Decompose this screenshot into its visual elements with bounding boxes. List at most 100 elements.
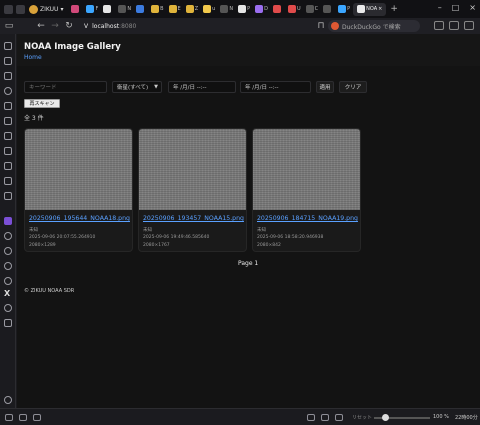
address-bar[interactable]: V localhost:8080 xyxy=(84,20,334,32)
page-footer: © ZIKUU NOAA SDR xyxy=(24,288,75,294)
url-host: localhost xyxy=(92,22,120,30)
profile-button[interactable]: ZIKUU ▾ xyxy=(29,4,64,14)
zoom-slider-handle[interactable] xyxy=(382,414,389,421)
browser-tab[interactable]: F xyxy=(84,3,100,16)
mail-icon[interactable] xyxy=(4,177,12,185)
bookmarks-panel-icon[interactable] xyxy=(4,42,12,50)
notes-icon[interactable] xyxy=(4,102,12,110)
browser-tab[interactable]: P xyxy=(336,3,352,16)
tasks-icon[interactable] xyxy=(4,192,12,200)
image-size: 2080×1767 xyxy=(143,243,170,248)
browser-tab[interactable]: E xyxy=(167,3,183,16)
date-from-input[interactable]: 年 /月/日 --:-- xyxy=(168,81,236,93)
image-filename-link[interactable]: 20250906_195644_NOAA18.png xyxy=(29,215,130,222)
web-panel-icon[interactable] xyxy=(4,304,12,312)
maximize-icon[interactable]: □ xyxy=(452,3,460,12)
close-tab-icon[interactable]: × xyxy=(378,6,382,12)
image-status: 未知 xyxy=(29,228,38,233)
browser-tab[interactable] xyxy=(321,3,335,16)
browser-tab-active[interactable]: NOA × xyxy=(353,2,387,16)
image-size: 2080×1289 xyxy=(29,243,56,248)
zoom-reset-button[interactable]: リセット xyxy=(352,414,372,421)
image-thumbnail[interactable] xyxy=(253,129,360,210)
browser-tab[interactable]: C xyxy=(304,3,321,16)
rescan-button[interactable]: 再スキャン xyxy=(24,99,60,108)
browser-tab[interactable]: U xyxy=(286,3,303,16)
capture-icon[interactable] xyxy=(307,414,315,421)
web-panel-icon[interactable] xyxy=(4,277,12,285)
tiling-icon[interactable] xyxy=(321,414,329,421)
home-link[interactable]: Home xyxy=(24,54,42,61)
window-icon[interactable] xyxy=(19,414,27,421)
image-card[interactable]: 20250906_193457_NOAA15.png 未知 2025-09-06… xyxy=(138,128,247,252)
tab-favicon-icon xyxy=(136,5,145,13)
vpn-icon[interactable] xyxy=(449,21,459,30)
x-logo-icon[interactable]: X xyxy=(4,289,10,298)
panel-toggle-icon[interactable] xyxy=(5,414,13,421)
web-panel-icon[interactable] xyxy=(4,232,12,240)
clear-button[interactable]: クリア xyxy=(339,81,367,93)
browser-tab[interactable]: u xyxy=(201,3,217,16)
downloads-icon[interactable] xyxy=(4,72,12,80)
search-field[interactable]: DuckDuckGo で検索 xyxy=(328,20,420,32)
tab-menu-icon[interactable] xyxy=(16,4,25,14)
image-card[interactable]: 20250906_195644_NOAA18.png 未知 2025-09-06… xyxy=(24,128,133,252)
browser-tab[interactable]: N xyxy=(218,3,235,16)
image-status: 未知 xyxy=(257,228,266,233)
browser-toolbar: ▭ ← → ↻ V localhost:8080 ⊓ DuckDuckGo で検… xyxy=(0,18,480,34)
tab-favicon-icon xyxy=(338,5,347,13)
image-filename-link[interactable]: 20250906_184715_NOAA19.png xyxy=(257,215,358,222)
browser-tab[interactable] xyxy=(271,3,285,16)
window-panel-icon[interactable] xyxy=(4,132,12,140)
browser-tab[interactable]: Z xyxy=(184,3,200,16)
browser-tab[interactable] xyxy=(101,3,115,16)
web-panel-icon[interactable] xyxy=(4,262,12,270)
date-to-input[interactable]: 年 /月/日 --:-- xyxy=(240,81,311,93)
browser-tab[interactable]: D xyxy=(253,3,270,16)
chevron-down-icon: ▾ xyxy=(60,5,64,13)
window-controls: – □ × xyxy=(438,3,476,12)
browser-tab[interactable] xyxy=(69,3,83,16)
reading-list-icon[interactable] xyxy=(4,57,12,65)
image-thumbnail[interactable] xyxy=(25,129,132,210)
browser-tab[interactable]: B xyxy=(149,3,165,16)
calendar-icon[interactable] xyxy=(4,162,12,170)
image-filename-link[interactable]: 20250906_193457_NOAA15.png xyxy=(143,215,244,222)
sidebar-panel-icon[interactable]: ▭ xyxy=(2,21,16,31)
web-panel-icon[interactable] xyxy=(4,247,12,255)
zoom-slider[interactable] xyxy=(374,414,430,421)
extension-icon[interactable] xyxy=(434,21,444,30)
page-favicon-icon xyxy=(357,5,366,13)
history-icon[interactable] xyxy=(4,87,12,95)
mastodon-icon[interactable] xyxy=(4,217,12,225)
close-window-icon[interactable]: × xyxy=(469,3,476,12)
image-status: 未知 xyxy=(143,228,152,233)
image-card[interactable]: 20250906_184715_NOAA19.png 未知 2025-09-06… xyxy=(252,128,361,252)
apply-button[interactable]: 適用 xyxy=(316,81,334,93)
page-actions-icon[interactable] xyxy=(335,414,343,421)
tab-favicon-icon xyxy=(203,5,212,13)
result-count: 全 3 件 xyxy=(24,115,44,122)
sidebar-toggle-icon[interactable] xyxy=(4,4,13,14)
profile-icon[interactable] xyxy=(464,21,474,30)
cloud-icon[interactable] xyxy=(33,414,41,421)
settings-icon[interactable] xyxy=(4,396,12,404)
browser-tab[interactable] xyxy=(134,3,148,16)
reload-icon[interactable]: ↻ xyxy=(62,21,76,31)
tab-favicon-icon xyxy=(220,5,229,13)
browser-tab[interactable]: P xyxy=(236,3,252,16)
new-tab-button[interactable]: + xyxy=(390,4,398,14)
browser-status-bar: リセット 100 % 22時00分 xyxy=(0,408,480,425)
satellite-select[interactable]: 衛星(すべて) ▼ xyxy=(112,81,162,93)
browser-tab[interactable]: N xyxy=(116,3,133,16)
add-panel-icon[interactable] xyxy=(4,319,12,327)
image-thumbnail[interactable] xyxy=(139,129,246,210)
sync-icon[interactable] xyxy=(4,147,12,155)
bookmark-icon[interactable]: ⊓ xyxy=(314,21,328,31)
tab-favicon-icon xyxy=(305,5,314,13)
minimize-icon[interactable]: – xyxy=(438,3,442,12)
forward-icon[interactable]: → xyxy=(48,21,62,31)
back-icon[interactable]: ← xyxy=(34,21,48,31)
keyword-input[interactable]: キーワード xyxy=(24,81,107,93)
translate-icon[interactable] xyxy=(4,117,12,125)
